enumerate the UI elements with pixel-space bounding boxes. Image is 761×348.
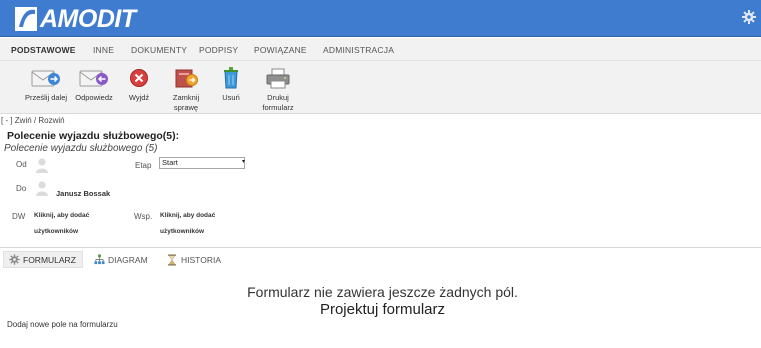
add-field-link[interactable]: Dodaj nowe pole na formularzu — [7, 320, 118, 329]
diagram-icon — [93, 254, 105, 266]
logo-mark-icon — [13, 7, 39, 31]
case-title: Polecenie wyjazdu służbowego(5): — [7, 130, 180, 142]
dropdown-arrow-icon: ▾ — [241, 159, 245, 165]
tab-dokumenty[interactable]: DOKUMENTY — [131, 45, 187, 55]
wsp-add-users-link[interactable]: Kliknij, aby dodać użytkowników — [160, 208, 215, 240]
dw-link-line1: Kliknij, aby dodać — [34, 212, 90, 219]
tab-administracja[interactable]: ADMINISTRACJA — [323, 45, 394, 55]
main-tabs: PODSTAWOWE INNE DOKUMENTY PODPISY POWIĄZ… — [0, 38, 761, 61]
wsp-label: Wsp. — [134, 212, 153, 221]
tab-historia-label: HISTORIA — [181, 254, 221, 265]
tab-diagram-label: DIAGRAM — [108, 254, 148, 265]
dw-add-users-link[interactable]: Kliknij, aby dodać użytkowników — [34, 208, 89, 240]
tab-historia[interactable]: HISTORIA — [162, 251, 227, 268]
from-label: Od — [16, 160, 27, 169]
printer-icon — [258, 65, 298, 91]
reply-button[interactable]: Odpowiedz — [72, 65, 116, 103]
gear-icon — [8, 254, 20, 266]
exit-x-icon — [124, 65, 154, 91]
reply-label: Odpowiedz — [75, 93, 113, 102]
exit-button[interactable]: Wyjdź — [124, 65, 154, 103]
stage-select-value: Start — [162, 158, 178, 167]
trash-bin-icon — [218, 65, 244, 91]
section-divider — [0, 247, 761, 248]
forward-mail-icon — [24, 65, 68, 91]
tab-podstawowe[interactable]: PODSTAWOWE — [11, 45, 76, 55]
close-case-label: Zamknij sprawę — [168, 93, 204, 113]
delete-button[interactable]: Usuń — [218, 65, 244, 103]
from-avatar-icon[interactable] — [35, 157, 49, 173]
stage-label: Etap — [135, 161, 152, 170]
wsp-link-line2: użytkowników — [160, 228, 205, 235]
form-empty-message: Formularz nie zawiera jeszcze żadnych pó… — [247, 284, 518, 300]
logo-text: AMODIT — [40, 5, 136, 33]
design-form-link[interactable]: Projektuj formularz — [0, 301, 761, 318]
stage-select[interactable]: Start ▾ — [159, 157, 245, 169]
forward-label: Prześlij dalej — [24, 93, 68, 102]
app-logo[interactable]: AMODIT — [13, 6, 136, 32]
tab-formularz-label: FORMULARZ — [23, 254, 76, 265]
tab-formularz[interactable]: FORMULARZ — [3, 251, 83, 268]
to-user-name[interactable]: Janusz Bossak — [56, 189, 110, 198]
close-case-icon — [168, 65, 204, 91]
to-avatar-icon[interactable] — [35, 180, 49, 196]
print-label-line1: Drukuj — [267, 93, 289, 102]
tab-powiazane[interactable]: POWIĄZANE — [254, 45, 307, 55]
delete-label: Usuń — [222, 93, 240, 102]
print-label-line2: formularz — [262, 103, 294, 112]
tab-diagram[interactable]: DIAGRAM — [89, 251, 154, 268]
case-subtitle: Polecenie wyjazdu służbowego (5) — [4, 143, 158, 154]
close-case-button[interactable]: Zamknij sprawę — [168, 65, 204, 113]
dw-label: DW — [12, 212, 26, 221]
settings-gear-icon[interactable] — [741, 9, 757, 25]
wsp-link-line1: Kliknij, aby dodać — [160, 212, 216, 219]
tab-podpisy[interactable]: PODPISY — [199, 45, 238, 55]
reply-mail-icon — [72, 65, 116, 91]
to-label: Do — [16, 184, 27, 193]
print-form-button[interactable]: Drukuj formularz — [258, 65, 298, 113]
collapse-expand-toggle[interactable]: [ - ] Zwiń / Rozwiń — [1, 116, 65, 125]
hourglass-icon — [166, 254, 178, 266]
exit-label: Wyjdź — [128, 93, 150, 102]
forward-button[interactable]: Prześlij dalej — [24, 65, 68, 103]
top-bar: AMODIT — [0, 0, 761, 37]
dw-link-line2: użytkowników — [34, 228, 79, 235]
print-form-label: Drukuj formularz — [258, 93, 298, 113]
close-case-label-line1: Zamknij — [172, 93, 200, 102]
close-case-label-line2: sprawę — [173, 103, 199, 112]
tab-inne[interactable]: INNE — [93, 45, 114, 55]
toolbar: Prześlij dalej Odpowiedz Wyjdź Zamknij s… — [0, 61, 761, 114]
